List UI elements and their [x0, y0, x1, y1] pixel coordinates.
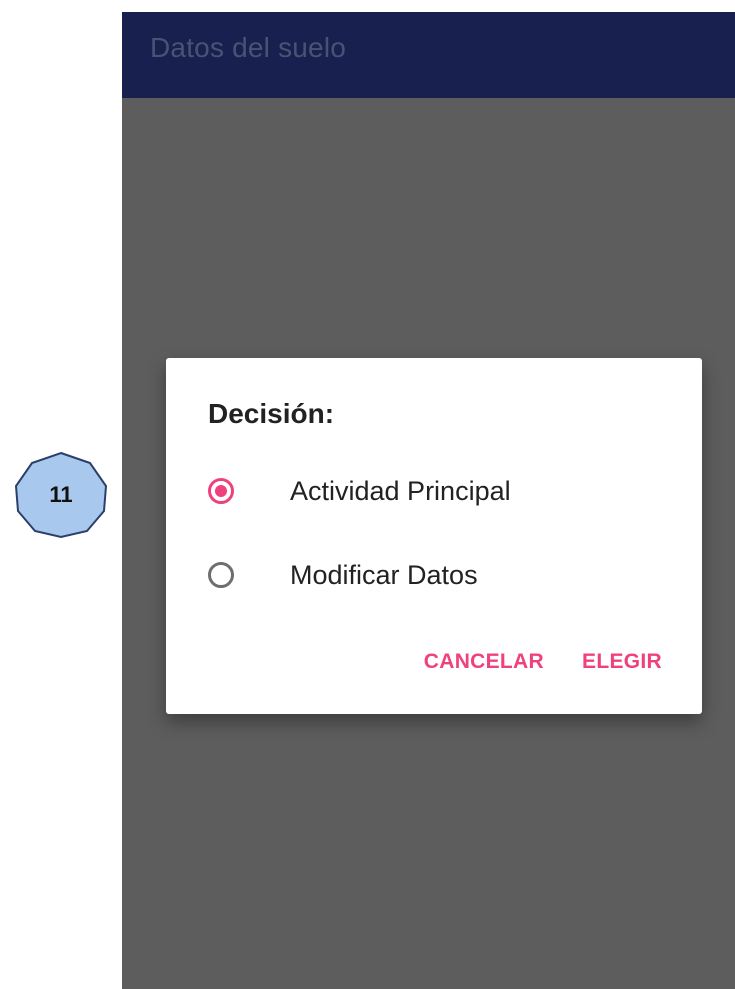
app-bar-title: Datos del suelo	[150, 32, 347, 63]
radio-option-actividad-principal[interactable]: Actividad Principal	[208, 466, 668, 522]
step-number-label: 11	[49, 482, 73, 507]
step-number-badge: 11	[13, 451, 109, 539]
radio-checked-icon[interactable]	[208, 478, 234, 504]
phone-screen: Datos del suelo Decisión: Actividad Prin…	[122, 12, 735, 989]
choose-button[interactable]: ELEGIR	[582, 644, 662, 680]
dialog-title: Decisión:	[208, 398, 335, 429]
app-bar: Datos del suelo	[122, 12, 735, 98]
radio-option-modificar-datos[interactable]: Modificar Datos	[208, 550, 668, 606]
page: 11 Datos del suelo Decisión: Actividad P…	[0, 0, 735, 989]
decision-dialog: Decisión: Actividad Principal Modificar …	[166, 358, 702, 714]
radio-option-label: Actividad Principal	[290, 476, 511, 506]
radio-unchecked-icon[interactable]	[208, 562, 234, 588]
radio-option-label: Modificar Datos	[290, 560, 478, 590]
cancel-button[interactable]: CANCELAR	[424, 644, 544, 680]
